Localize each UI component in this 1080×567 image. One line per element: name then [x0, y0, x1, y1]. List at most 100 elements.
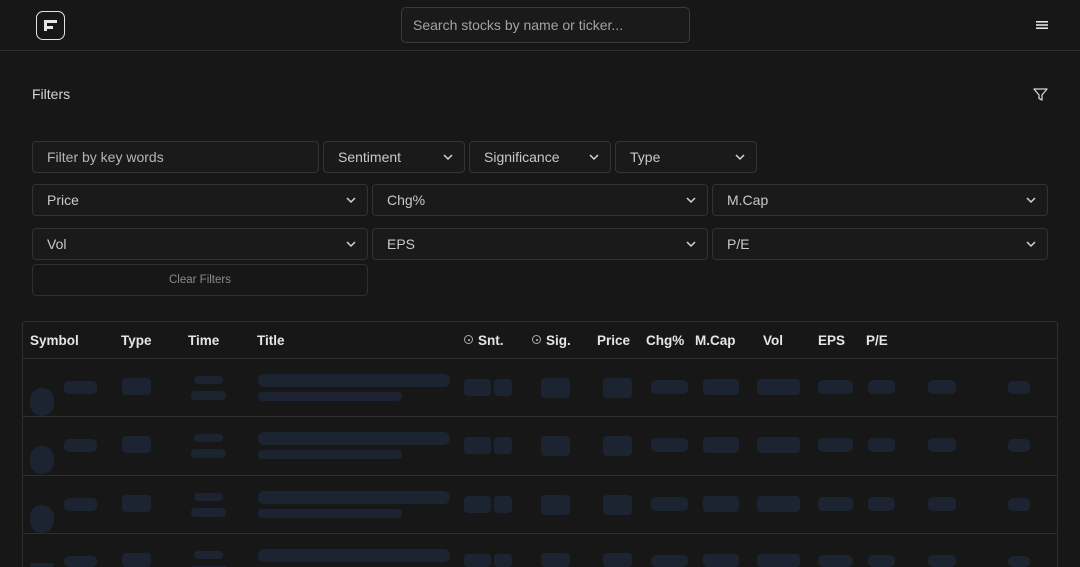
skeleton-placeholder — [1008, 498, 1030, 511]
chevron-down-icon — [346, 241, 356, 248]
column-header-type[interactable]: Type — [121, 333, 152, 348]
sentiment-label: Sentiment — [338, 149, 402, 165]
skeleton-placeholder — [494, 379, 512, 396]
skeleton-placeholder — [651, 438, 688, 452]
skeleton-placeholder — [651, 380, 688, 394]
skeleton-placeholder — [818, 380, 853, 394]
skeleton-placeholder — [494, 496, 512, 513]
header-divider — [23, 358, 1057, 359]
eps-dropdown[interactable]: EPS — [372, 228, 708, 260]
skeleton-placeholder — [651, 497, 688, 511]
pe-dropdown[interactable]: P/E — [712, 228, 1048, 260]
skeleton-placeholder — [464, 379, 491, 396]
chevron-down-icon — [346, 197, 356, 204]
chg-dropdown[interactable]: Chg% — [372, 184, 708, 216]
skeleton-placeholder — [258, 374, 450, 387]
type-dropdown[interactable]: Type — [615, 141, 757, 173]
skeleton-placeholder — [928, 438, 956, 452]
column-header-vol[interactable]: Vol — [763, 333, 783, 348]
chg-label: Chg% — [387, 192, 426, 208]
skeleton-placeholder — [651, 555, 688, 567]
column-header-chg[interactable]: Chg% — [646, 333, 684, 348]
skeleton-placeholder — [703, 496, 739, 512]
column-header-mcap[interactable]: M.Cap — [695, 333, 736, 348]
info-circle-icon — [464, 335, 473, 344]
keyword-filter-input[interactable]: Filter by key words — [32, 141, 319, 173]
filters-title: Filters — [32, 86, 71, 102]
chevron-down-icon — [735, 154, 745, 161]
skeleton-placeholder — [1008, 556, 1030, 567]
skeleton-placeholder — [258, 491, 450, 504]
skeleton-placeholder — [194, 493, 223, 501]
skeleton-placeholder — [541, 436, 570, 456]
column-header-time[interactable]: Time — [188, 333, 219, 348]
skeleton-placeholder — [603, 553, 632, 567]
column-header-eps[interactable]: EPS — [818, 333, 845, 348]
type-label: Type — [630, 149, 661, 165]
skeleton-placeholder — [30, 563, 54, 567]
skeleton-placeholder — [122, 495, 151, 512]
column-header-symbol[interactable]: Symbol — [30, 333, 79, 348]
skeleton-placeholder — [757, 554, 800, 567]
skeleton-placeholder — [258, 450, 402, 459]
skeleton-placeholder — [30, 388, 54, 416]
skeleton-placeholder — [258, 549, 450, 562]
filter-funnel-icon[interactable] — [1032, 86, 1049, 103]
skeleton-placeholder — [64, 439, 97, 452]
skeleton-placeholder — [194, 376, 223, 384]
skeleton-placeholder — [818, 438, 853, 452]
chevron-down-icon — [589, 154, 599, 161]
chevron-down-icon — [686, 241, 696, 248]
skeleton-placeholder — [30, 446, 54, 474]
skeleton-placeholder — [703, 437, 739, 453]
significance-label: Significance — [484, 149, 560, 165]
clear-filters-button[interactable]: Clear Filters — [32, 264, 368, 296]
skeleton-placeholder — [818, 497, 853, 511]
skeleton-placeholder — [122, 553, 151, 567]
skeleton-placeholder — [1008, 439, 1030, 452]
vol-dropdown[interactable]: Vol — [32, 228, 368, 260]
price-dropdown[interactable]: Price — [32, 184, 368, 216]
skeleton-placeholder — [868, 380, 895, 394]
hamburger-menu-icon[interactable] — [1034, 18, 1050, 32]
skeleton-placeholder — [194, 551, 223, 559]
skeleton-placeholder — [122, 436, 151, 453]
skeleton-placeholder — [464, 554, 491, 567]
chevron-down-icon — [443, 154, 453, 161]
row-divider — [23, 475, 1057, 476]
column-header-title[interactable]: Title — [257, 333, 285, 348]
skeleton-placeholder — [757, 437, 800, 453]
chevron-down-icon — [1026, 197, 1036, 204]
skeleton-placeholder — [194, 434, 223, 442]
mcap-dropdown[interactable]: M.Cap — [712, 184, 1048, 216]
skeleton-placeholder — [603, 378, 632, 398]
eps-label: EPS — [387, 236, 416, 252]
column-header-price[interactable]: Price — [597, 333, 630, 348]
skeleton-placeholder — [64, 381, 97, 394]
column-header-pe[interactable]: P/E — [866, 333, 888, 348]
sentiment-dropdown[interactable]: Sentiment — [323, 141, 465, 173]
skeleton-placeholder — [928, 497, 956, 511]
chevron-down-icon — [686, 197, 696, 204]
skeleton-placeholder — [603, 436, 632, 456]
pe-label: P/E — [727, 236, 750, 252]
skeleton-placeholder — [191, 391, 226, 400]
skeleton-placeholder — [258, 432, 450, 445]
skeleton-placeholder — [818, 555, 853, 567]
app-logo-icon[interactable] — [36, 11, 65, 40]
column-header-significance[interactable]: Sig. — [532, 333, 571, 348]
skeleton-placeholder — [494, 437, 512, 454]
column-header-sentiment[interactable]: Snt. — [464, 333, 504, 348]
skeleton-placeholder — [191, 449, 226, 458]
skeleton-placeholder — [258, 509, 402, 518]
skeleton-placeholder — [64, 556, 97, 567]
search-input[interactable] — [401, 7, 690, 43]
skeleton-placeholder — [757, 379, 800, 395]
skeleton-placeholder — [122, 378, 151, 395]
significance-dropdown[interactable]: Significance — [469, 141, 611, 173]
skeleton-placeholder — [464, 496, 491, 513]
skeleton-placeholder — [928, 555, 956, 567]
row-divider — [23, 533, 1057, 534]
skeleton-placeholder — [1008, 381, 1030, 394]
skeleton-placeholder — [541, 495, 570, 515]
